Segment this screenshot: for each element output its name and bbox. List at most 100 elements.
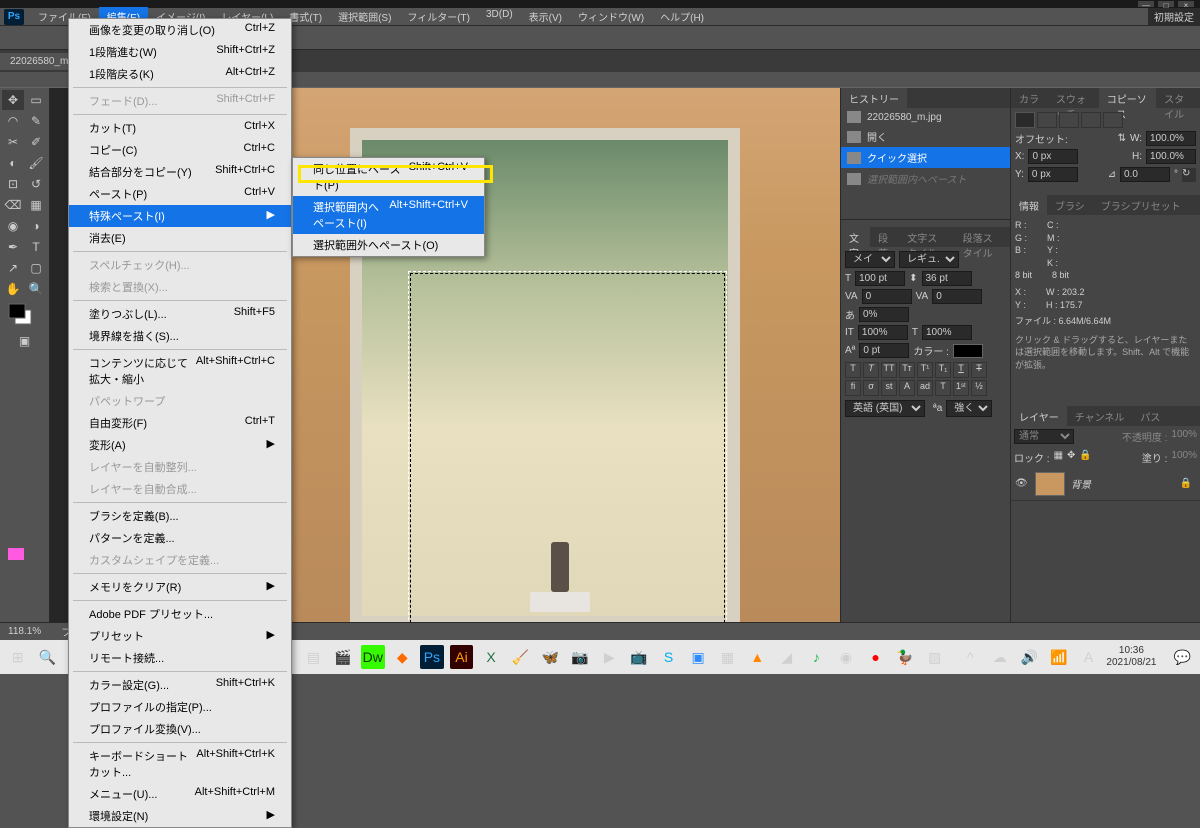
- allcaps-button[interactable]: TT: [881, 362, 897, 378]
- menu-item[interactable]: 特殊ペースト(I)▶: [69, 205, 291, 227]
- movie-icon[interactable]: 🎬: [331, 645, 355, 669]
- app-icon-10[interactable]: ◉: [834, 645, 858, 669]
- menu-item[interactable]: コンテンツに応じて拡大・縮小Alt+Shift+Ctrl+C: [69, 352, 291, 390]
- menu-item[interactable]: カラー設定(G)...Shift+Ctrl+K: [69, 674, 291, 696]
- menu-item[interactable]: 1段階進む(W)Shift+Ctrl+Z: [69, 41, 291, 63]
- ad-button[interactable]: ad: [917, 380, 933, 396]
- menu-item[interactable]: プロファイルの指定(P)...: [69, 696, 291, 718]
- panel-tab[interactable]: チャンネル: [1067, 406, 1133, 426]
- offset-h-input[interactable]: [1146, 149, 1196, 164]
- quick-mask-toggle[interactable]: ▣: [2, 331, 47, 351]
- strikethrough-button[interactable]: T: [971, 362, 987, 378]
- clone-source-1[interactable]: [1015, 112, 1035, 128]
- tray-up-icon[interactable]: ^: [959, 645, 983, 669]
- history-item[interactable]: クイック選択: [841, 147, 1010, 168]
- ime-icon[interactable]: A: [1077, 645, 1101, 669]
- scale-input[interactable]: [859, 307, 909, 322]
- leading-input[interactable]: [922, 271, 972, 286]
- menu-item[interactable]: 変形(A)▶: [69, 434, 291, 456]
- reset-icon[interactable]: ↻: [1182, 168, 1196, 182]
- blur-tool[interactable]: ◉: [2, 216, 24, 236]
- clone-source-3[interactable]: [1059, 112, 1079, 128]
- sigma-button[interactable]: σ: [863, 380, 879, 396]
- panel-tab[interactable]: 文字: [841, 227, 870, 247]
- wifi-icon[interactable]: 📶: [1047, 645, 1071, 669]
- panel-tab[interactable]: レイヤー: [1011, 406, 1067, 426]
- path-tool[interactable]: ↗: [2, 258, 24, 278]
- panel-tab[interactable]: ブラシプリセット: [1093, 195, 1189, 215]
- photoshop-taskbar-icon[interactable]: Ps: [420, 645, 444, 669]
- menu-item[interactable]: カット(T)Ctrl+X: [69, 117, 291, 139]
- excel-icon[interactable]: X: [479, 645, 503, 669]
- menu-7[interactable]: 3D(D): [478, 7, 521, 26]
- panel-tab[interactable]: コピーソース: [1099, 88, 1156, 108]
- app-icon-11[interactable]: ▧: [923, 645, 947, 669]
- hand-tool[interactable]: ✋: [2, 279, 24, 299]
- angle-input[interactable]: [1120, 167, 1170, 182]
- record-icon[interactable]: ●: [864, 645, 888, 669]
- search-icon[interactable]: 🔍: [36, 645, 60, 669]
- panel-tab[interactable]: スタイル: [1156, 88, 1200, 108]
- horz-scale-input[interactable]: [922, 325, 972, 340]
- app-icon-8[interactable]: ▦: [716, 645, 740, 669]
- font-size-input[interactable]: [855, 271, 905, 286]
- menu-item[interactable]: ペースト(P)Ctrl+V: [69, 183, 291, 205]
- st-button[interactable]: st: [881, 380, 897, 396]
- t-button[interactable]: T: [935, 380, 951, 396]
- layer-row[interactable]: 👁 背景 🔒: [1011, 468, 1200, 501]
- menu-item[interactable]: リモート接続...: [69, 647, 291, 669]
- pen-tool[interactable]: ✒: [2, 237, 24, 257]
- minimize-button[interactable]: —: [1138, 1, 1154, 7]
- clone-source-5[interactable]: [1103, 112, 1123, 128]
- volume-icon[interactable]: 🔊: [1018, 645, 1042, 669]
- menu-10[interactable]: ヘルプ(H): [652, 7, 712, 26]
- superscript-button[interactable]: T¹: [917, 362, 933, 378]
- font-family-select[interactable]: メイリオ: [845, 251, 895, 268]
- type-tool[interactable]: T: [25, 237, 47, 257]
- music-icon[interactable]: ♪: [805, 645, 829, 669]
- font-style-select[interactable]: レギュ...: [899, 251, 959, 268]
- submenu-item[interactable]: 同じ位置にペースト(P)Shift+Ctrl+V: [293, 158, 484, 196]
- app-icon-6[interactable]: ▶: [598, 645, 622, 669]
- eyedropper-tool[interactable]: ✐: [25, 132, 47, 152]
- zoom-icon[interactable]: ▣: [686, 645, 710, 669]
- history-item[interactable]: 開く: [841, 126, 1010, 147]
- butterfly-icon[interactable]: 🦋: [538, 645, 562, 669]
- italic-button[interactable]: T: [863, 362, 879, 378]
- submenu-item[interactable]: 選択範囲内へペースト(I)Alt+Shift+Ctrl+V: [293, 196, 484, 234]
- menu-item[interactable]: 境界線を描く(S)...: [69, 325, 291, 347]
- marquee-tool[interactable]: ▭: [25, 90, 47, 110]
- blend-mode-select[interactable]: 通常: [1014, 429, 1074, 444]
- baseline-input[interactable]: [859, 343, 909, 358]
- skype-icon[interactable]: S: [657, 645, 681, 669]
- move-tool[interactable]: ✥: [2, 90, 24, 110]
- taskbar-clock[interactable]: 10:36 2021/08/21: [1106, 645, 1164, 669]
- lock-all-icon[interactable]: 🔒: [1079, 450, 1091, 465]
- app-icon-9[interactable]: ◢: [775, 645, 799, 669]
- language-select[interactable]: 英語 (英国): [845, 400, 925, 417]
- menu-item[interactable]: 画像を変更の取り消し(O)Ctrl+Z: [69, 19, 291, 41]
- history-item[interactable]: 選択範囲内へペースト: [841, 168, 1010, 189]
- a-button[interactable]: A: [899, 380, 915, 396]
- bold-button[interactable]: T: [845, 362, 861, 378]
- edit-mode-indicator[interactable]: [8, 548, 24, 560]
- va-metric-input[interactable]: [862, 289, 912, 304]
- menu-item[interactable]: 1段階戻る(K)Alt+Ctrl+Z: [69, 63, 291, 85]
- app-icon-3[interactable]: ◆: [391, 645, 415, 669]
- panel-tab[interactable]: 文字スタイル: [899, 227, 954, 247]
- va-optical-input[interactable]: [932, 289, 982, 304]
- history-tab[interactable]: ヒストリー: [841, 88, 907, 108]
- menu-item[interactable]: メモリをクリア(R)▶: [69, 576, 291, 598]
- zoom-level[interactable]: 118.1%: [8, 626, 41, 637]
- clone-source-4[interactable]: [1081, 112, 1101, 128]
- menu-item[interactable]: 結合部分をコピー(Y)Shift+Ctrl+C: [69, 161, 291, 183]
- illustrator-icon[interactable]: Ai: [450, 645, 474, 669]
- menu-item[interactable]: ブラシを定義(B)...: [69, 505, 291, 527]
- subscript-button[interactable]: T₁: [935, 362, 951, 378]
- maximize-button[interactable]: □: [1158, 1, 1174, 7]
- lock-pixels-icon[interactable]: ▦: [1054, 450, 1063, 465]
- text-color-swatch[interactable]: [953, 344, 983, 358]
- menu-item[interactable]: Adobe PDF プリセット...: [69, 603, 291, 625]
- dreamweaver-icon[interactable]: Dw: [361, 645, 385, 669]
- history-snapshot[interactable]: 22026580_m.jpg: [841, 108, 1010, 126]
